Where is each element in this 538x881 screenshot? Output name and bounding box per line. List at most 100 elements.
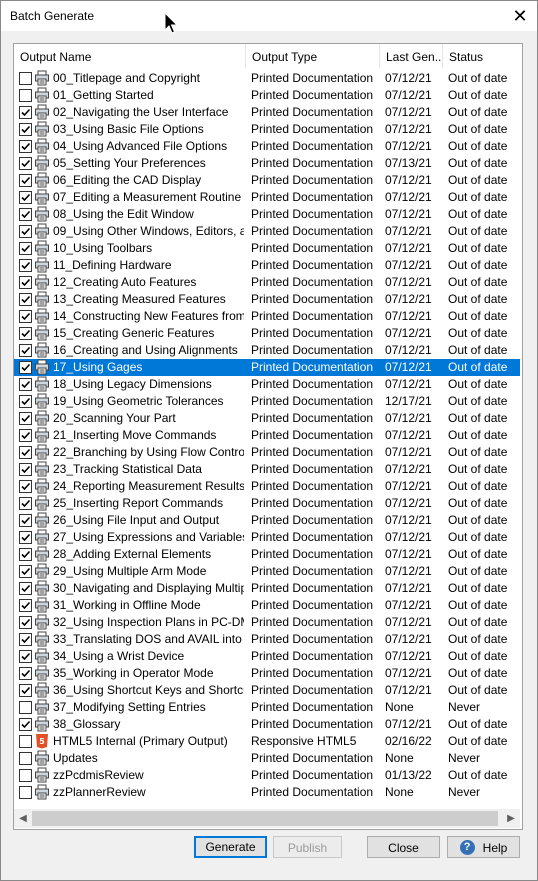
list-row[interactable]: 36_Using Shortcut Keys and Shortcut ... P… [14, 682, 520, 699]
column-header-status[interactable]: Status [443, 44, 522, 68]
row-checkbox[interactable] [19, 650, 32, 663]
close-window-button[interactable]: ✕ [505, 1, 535, 31]
row-checkbox[interactable] [19, 429, 32, 442]
row-checkbox[interactable] [19, 293, 32, 306]
row-checkbox[interactable] [19, 446, 32, 459]
row-checkbox[interactable] [19, 616, 32, 629]
row-checkbox[interactable] [19, 106, 32, 119]
list-row[interactable]: 25_Inserting Report Commands Printed Docu… [14, 495, 520, 512]
output-list[interactable]: Output Name Output Type Last Gen... Stat… [13, 43, 523, 830]
row-checkbox[interactable] [19, 276, 32, 289]
list-row[interactable]: 30_Navigating and Displaying Multiple...… [14, 580, 520, 597]
row-checkbox[interactable] [19, 599, 32, 612]
row-checkbox[interactable] [19, 497, 32, 510]
list-row[interactable]: 01_Getting Started Printed Documentation 0… [14, 87, 520, 104]
list-row[interactable]: zzPlannerReview Printed Documentation None… [14, 784, 520, 801]
list-row[interactable]: 31_Working in Offline Mode Printed Docume… [14, 597, 520, 614]
list-row[interactable]: 15_Creating Generic Features Printed Docu… [14, 325, 520, 342]
row-checkbox[interactable] [19, 140, 32, 153]
row-checkbox[interactable] [19, 667, 32, 680]
row-checkbox[interactable] [19, 786, 32, 799]
row-checkbox[interactable] [19, 123, 32, 136]
list-row[interactable]: 16_Creating and Using Alignments Printed … [14, 342, 520, 359]
list-row[interactable]: 24_Reporting Measurement Results Printed … [14, 478, 520, 495]
list-row[interactable]: 5 HTML5 Internal (Primary Output) Responsi… [14, 733, 520, 750]
row-checkbox[interactable] [19, 701, 32, 714]
row-checkbox[interactable] [19, 582, 32, 595]
column-header-output-name[interactable]: Output Name [14, 44, 246, 68]
list-row[interactable]: 38_Glossary Printed Documentation 07/12/21… [14, 716, 520, 733]
list-row[interactable]: 17_Using Gages Printed Documentation 07/12… [14, 359, 520, 376]
row-checkbox[interactable] [19, 480, 32, 493]
list-row[interactable]: 26_Using File Input and Output Printed Do… [14, 512, 520, 529]
row-checkbox[interactable] [19, 225, 32, 238]
row-checkbox[interactable] [19, 463, 32, 476]
column-header-last-generated[interactable]: Last Gen... [380, 44, 443, 68]
generate-button[interactable]: Generate [194, 836, 267, 858]
list-row[interactable]: 00_Titlepage and Copyright Printed Docume… [14, 70, 520, 87]
list-row[interactable]: 07_Editing a Measurement Routine Printed … [14, 189, 520, 206]
publish-button[interactable]: Publish [273, 836, 342, 858]
list-row[interactable]: 08_Using the Edit Window Printed Document… [14, 206, 520, 223]
row-checkbox[interactable] [19, 548, 32, 561]
row-checkbox[interactable] [19, 361, 32, 374]
list-row[interactable]: 20_Scanning Your Part Printed Documentati… [14, 410, 520, 427]
scroll-right-arrow-icon[interactable]: ▶ [504, 812, 518, 826]
help-button[interactable]: ? Help [447, 836, 520, 858]
row-checkbox[interactable] [19, 752, 32, 765]
row-checkbox[interactable] [19, 191, 32, 204]
row-checkbox[interactable] [19, 395, 32, 408]
row-checkbox[interactable] [19, 735, 32, 748]
list-row[interactable]: Updates Printed Documentation None Never [14, 750, 520, 767]
row-checkbox[interactable] [19, 72, 32, 85]
list-row[interactable]: 13_Creating Measured Features Printed Doc… [14, 291, 520, 308]
row-checkbox[interactable] [19, 174, 32, 187]
list-row[interactable]: 28_Adding External Elements Printed Docum… [14, 546, 520, 563]
column-header-output-type[interactable]: Output Type [246, 44, 380, 68]
list-row[interactable]: 14_Constructing New Features from E... Pr… [14, 308, 520, 325]
horizontal-scrollbar[interactable]: ◀ ▶ [14, 809, 520, 828]
row-checkbox[interactable] [19, 310, 32, 323]
list-row[interactable]: 32_Using Inspection Plans in PC-DMIS Prin… [14, 614, 520, 631]
row-checkbox[interactable] [19, 514, 32, 527]
list-row[interactable]: 06_Editing the CAD Display Printed Docume… [14, 172, 520, 189]
row-checkbox[interactable] [19, 565, 32, 578]
list-row[interactable]: 35_Working in Operator Mode Printed Docum… [14, 665, 520, 682]
list-row[interactable]: 18_Using Legacy Dimensions Printed Docume… [14, 376, 520, 393]
list-row[interactable]: 03_Using Basic File Options Printed Docum… [14, 121, 520, 138]
list-row[interactable]: 33_Translating DOS and AVAIL into P... Pr… [14, 631, 520, 648]
row-checkbox[interactable] [19, 531, 32, 544]
list-row[interactable]: zzPcdmisReview Printed Documentation 01/13… [14, 767, 520, 784]
list-row[interactable]: 09_Using Other Windows, Editors, an... Pr… [14, 223, 520, 240]
scrollbar-thumb[interactable] [32, 811, 498, 826]
list-row[interactable]: 11_Defining Hardware Printed Documentatio… [14, 257, 520, 274]
list-row[interactable]: 10_Using Toolbars Printed Documentation 07… [14, 240, 520, 257]
list-row[interactable]: 27_Using Expressions and Variables Printe… [14, 529, 520, 546]
row-checkbox[interactable] [19, 259, 32, 272]
list-row[interactable]: 23_Tracking Statistical Data Printed Docu… [14, 461, 520, 478]
list-row[interactable]: 37_Modifying Setting Entries Printed Docu… [14, 699, 520, 716]
close-button[interactable]: Close [367, 836, 440, 858]
row-checkbox[interactable] [19, 718, 32, 731]
scroll-left-arrow-icon[interactable]: ◀ [16, 812, 30, 826]
row-checkbox[interactable] [19, 378, 32, 391]
list-row[interactable]: 34_Using a Wrist Device Printed Documenta… [14, 648, 520, 665]
row-checkbox[interactable] [19, 89, 32, 102]
row-checkbox[interactable] [19, 344, 32, 357]
row-checkbox[interactable] [19, 412, 32, 425]
list-row[interactable]: 04_Using Advanced File Options Printed Do… [14, 138, 520, 155]
row-checkbox[interactable] [19, 684, 32, 697]
list-row[interactable]: 02_Navigating the User Interface Printed … [14, 104, 520, 121]
list-row[interactable]: 21_Inserting Move Commands Printed Docume… [14, 427, 520, 444]
list-row[interactable]: 29_Using Multiple Arm Mode Printed Docume… [14, 563, 520, 580]
row-checkbox[interactable] [19, 327, 32, 340]
row-checkbox[interactable] [19, 769, 32, 782]
row-checkbox[interactable] [19, 208, 32, 221]
list-row[interactable]: 19_Using Geometric Tolerances Printed Doc… [14, 393, 520, 410]
row-checkbox[interactable] [19, 242, 32, 255]
row-checkbox[interactable] [19, 633, 32, 646]
list-row[interactable]: 12_Creating Auto Features Printed Documen… [14, 274, 520, 291]
row-checkbox[interactable] [19, 157, 32, 170]
list-row[interactable]: 22_Branching by Using Flow Control Printe… [14, 444, 520, 461]
list-row[interactable]: 05_Setting Your Preferences Printed Docum… [14, 155, 520, 172]
